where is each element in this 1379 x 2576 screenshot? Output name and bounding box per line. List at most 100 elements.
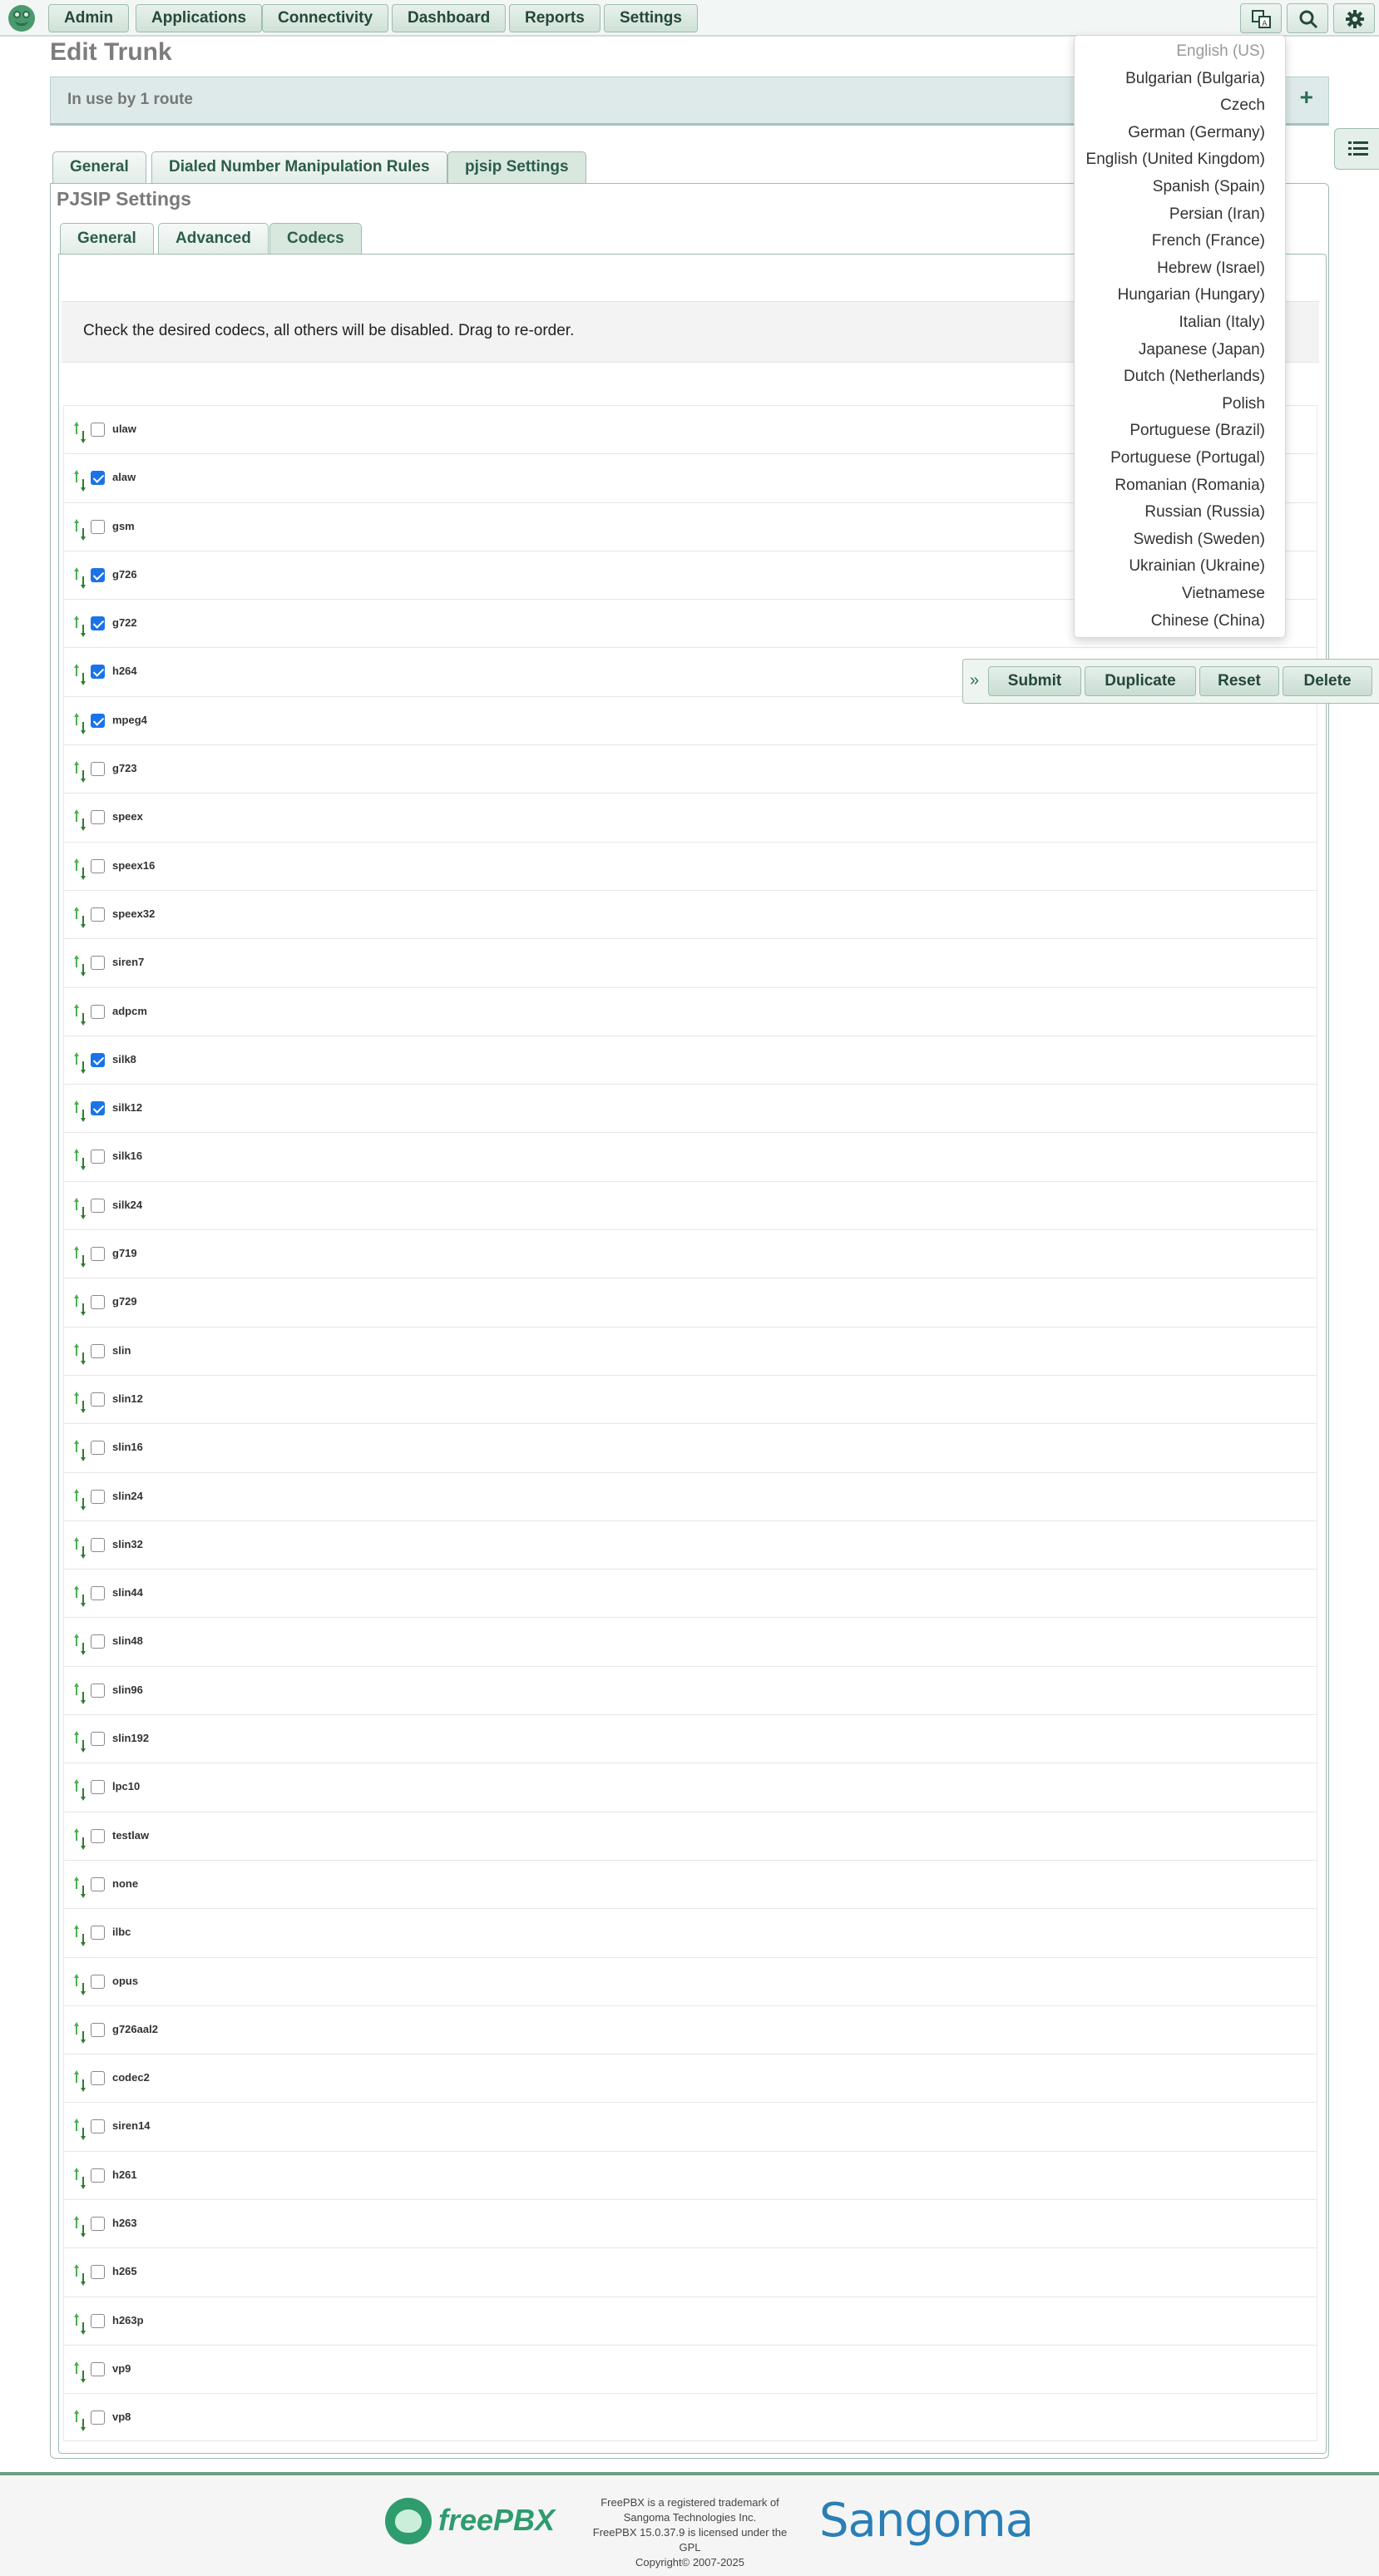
codec-row[interactable]: codec2 <box>63 2054 1317 2103</box>
codec-checkbox[interactable] <box>91 519 105 534</box>
drag-arrows-icon[interactable] <box>74 2361 86 2383</box>
language-option[interactable]: Russian (Russia) <box>1144 503 1265 522</box>
drag-arrows-icon[interactable] <box>74 1634 86 1656</box>
drag-arrows-icon[interactable] <box>74 2264 86 2287</box>
drag-arrows-icon[interactable] <box>74 2021 86 2044</box>
drag-arrows-icon[interactable] <box>74 1197 86 1219</box>
codec-row[interactable]: siren14 <box>63 2102 1317 2151</box>
codec-checkbox[interactable] <box>91 1101 105 1116</box>
drag-arrows-icon[interactable] <box>74 1827 86 1850</box>
codec-checkbox[interactable] <box>91 2313 105 2328</box>
drag-arrows-icon[interactable] <box>74 422 86 443</box>
plus-icon[interactable]: + <box>1300 84 1313 111</box>
language-option[interactable]: Dutch (Netherlands) <box>1124 368 1265 386</box>
nav-connectivity[interactable]: Connectivity <box>262 4 389 32</box>
language-option[interactable]: Japanese (Japan) <box>1139 341 1265 359</box>
subtab-general[interactable]: General <box>60 223 154 255</box>
codec-row[interactable]: slin32 <box>63 1520 1317 1570</box>
drag-arrows-icon[interactable] <box>74 1342 86 1365</box>
drag-arrows-icon[interactable] <box>74 470 86 492</box>
codec-checkbox[interactable] <box>91 762 105 777</box>
language-option[interactable]: Portuguese (Portugal) <box>1110 449 1265 467</box>
subtab-codecs[interactable]: Codecs <box>269 223 362 255</box>
drag-arrows-icon[interactable] <box>74 1149 86 1171</box>
drag-arrows-icon[interactable] <box>74 1003 86 1026</box>
delete-button[interactable]: Delete <box>1283 666 1372 696</box>
codec-checkbox[interactable] <box>91 1247 105 1262</box>
codec-row[interactable]: slin96 <box>63 1665 1317 1715</box>
chevron-right-icon[interactable]: » <box>970 671 979 690</box>
codec-row[interactable]: slin <box>63 1326 1317 1375</box>
drag-arrows-icon[interactable] <box>74 2070 86 2093</box>
codec-checkbox[interactable] <box>91 1150 105 1164</box>
codec-row[interactable]: vp9 <box>63 2344 1317 2394</box>
codec-row[interactable]: g729 <box>63 1278 1317 1327</box>
language-option[interactable]: Bulgarian (Bulgaria) <box>1125 70 1265 88</box>
codec-checkbox[interactable] <box>91 1441 105 1456</box>
codec-checkbox[interactable] <box>91 956 105 971</box>
codec-row[interactable]: speex16 <box>63 841 1317 890</box>
drag-arrows-icon[interactable] <box>74 2410 86 2432</box>
settings-button[interactable] <box>1333 3 1375 33</box>
codec-checkbox[interactable] <box>91 1634 105 1649</box>
side-menu-toggle[interactable] <box>1334 128 1379 170</box>
codec-row[interactable]: speex32 <box>63 889 1317 939</box>
codec-checkbox[interactable] <box>91 2216 105 2231</box>
codec-row[interactable]: h265 <box>63 2247 1317 2297</box>
codec-checkbox[interactable] <box>91 1004 105 1019</box>
language-option[interactable]: Chinese (China) <box>1151 612 1265 630</box>
codec-checkbox[interactable] <box>91 1537 105 1552</box>
codec-checkbox[interactable] <box>91 2022 105 2037</box>
language-button[interactable]: A <box>1240 3 1282 33</box>
language-option[interactable]: Vietnamese <box>1182 585 1265 603</box>
language-option[interactable]: Polish <box>1222 395 1265 413</box>
codec-row[interactable]: h263 <box>63 2198 1317 2248</box>
language-option[interactable]: Spanish (Spain) <box>1153 178 1265 196</box>
codec-row[interactable]: slin44 <box>63 1569 1317 1618</box>
tab-pjsip-settings[interactable]: pjsip Settings <box>447 151 586 183</box>
language-option[interactable]: Ukrainian (Ukraine) <box>1129 557 1265 576</box>
drag-arrows-icon[interactable] <box>74 2167 86 2189</box>
nav-dashboard[interactable]: Dashboard <box>392 4 507 32</box>
search-button[interactable] <box>1287 3 1328 33</box>
codec-checkbox[interactable] <box>91 858 105 873</box>
drag-arrows-icon[interactable] <box>74 2215 86 2237</box>
codec-checkbox[interactable] <box>91 471 105 486</box>
drag-arrows-icon[interactable] <box>74 761 86 784</box>
language-option[interactable]: English (US) <box>1176 42 1265 61</box>
codec-checkbox[interactable] <box>91 616 105 631</box>
drag-arrows-icon[interactable] <box>74 1051 86 1074</box>
codec-checkbox[interactable] <box>91 1489 105 1504</box>
codec-row[interactable]: g723 <box>63 744 1317 794</box>
reset-button[interactable]: Reset <box>1199 666 1279 696</box>
codec-row[interactable]: speex <box>63 793 1317 842</box>
codec-row[interactable]: slin12 <box>63 1374 1317 1424</box>
codec-row[interactable]: silk16 <box>63 1132 1317 1181</box>
tab-general[interactable]: General <box>52 151 146 183</box>
codec-checkbox[interactable] <box>91 567 105 582</box>
codec-checkbox[interactable] <box>91 423 105 437</box>
codec-checkbox[interactable] <box>91 1295 105 1310</box>
drag-arrows-icon[interactable] <box>74 1585 86 1608</box>
nav-applications[interactable]: Applications <box>136 4 263 32</box>
freepbx-frog-icon[interactable] <box>8 5 35 32</box>
drag-arrows-icon[interactable] <box>74 1682 86 1704</box>
codec-row[interactable]: slin16 <box>63 1423 1317 1472</box>
drag-arrows-icon[interactable] <box>74 1779 86 1802</box>
codec-row[interactable]: none <box>63 1859 1317 1909</box>
codec-row[interactable]: lpc10 <box>63 1763 1317 1812</box>
codec-checkbox[interactable] <box>91 2071 105 2086</box>
codec-row[interactable]: slin24 <box>63 1471 1317 1520</box>
drag-arrows-icon[interactable] <box>74 1294 86 1317</box>
codec-row[interactable]: siren7 <box>63 938 1317 987</box>
codec-row[interactable]: slin48 <box>63 1617 1317 1666</box>
codec-row[interactable]: h263p <box>63 2296 1317 2345</box>
codec-row[interactable]: silk8 <box>63 1035 1317 1085</box>
language-option[interactable]: Italian (Italy) <box>1179 314 1265 332</box>
drag-arrows-icon[interactable] <box>74 1876 86 1898</box>
language-option[interactable]: Persian (Iran) <box>1169 205 1265 224</box>
drag-arrows-icon[interactable] <box>74 1440 86 1462</box>
codec-checkbox[interactable] <box>91 713 105 728</box>
language-option[interactable]: Swedish (Sweden) <box>1134 531 1265 549</box>
submit-button[interactable]: Submit <box>988 666 1081 696</box>
